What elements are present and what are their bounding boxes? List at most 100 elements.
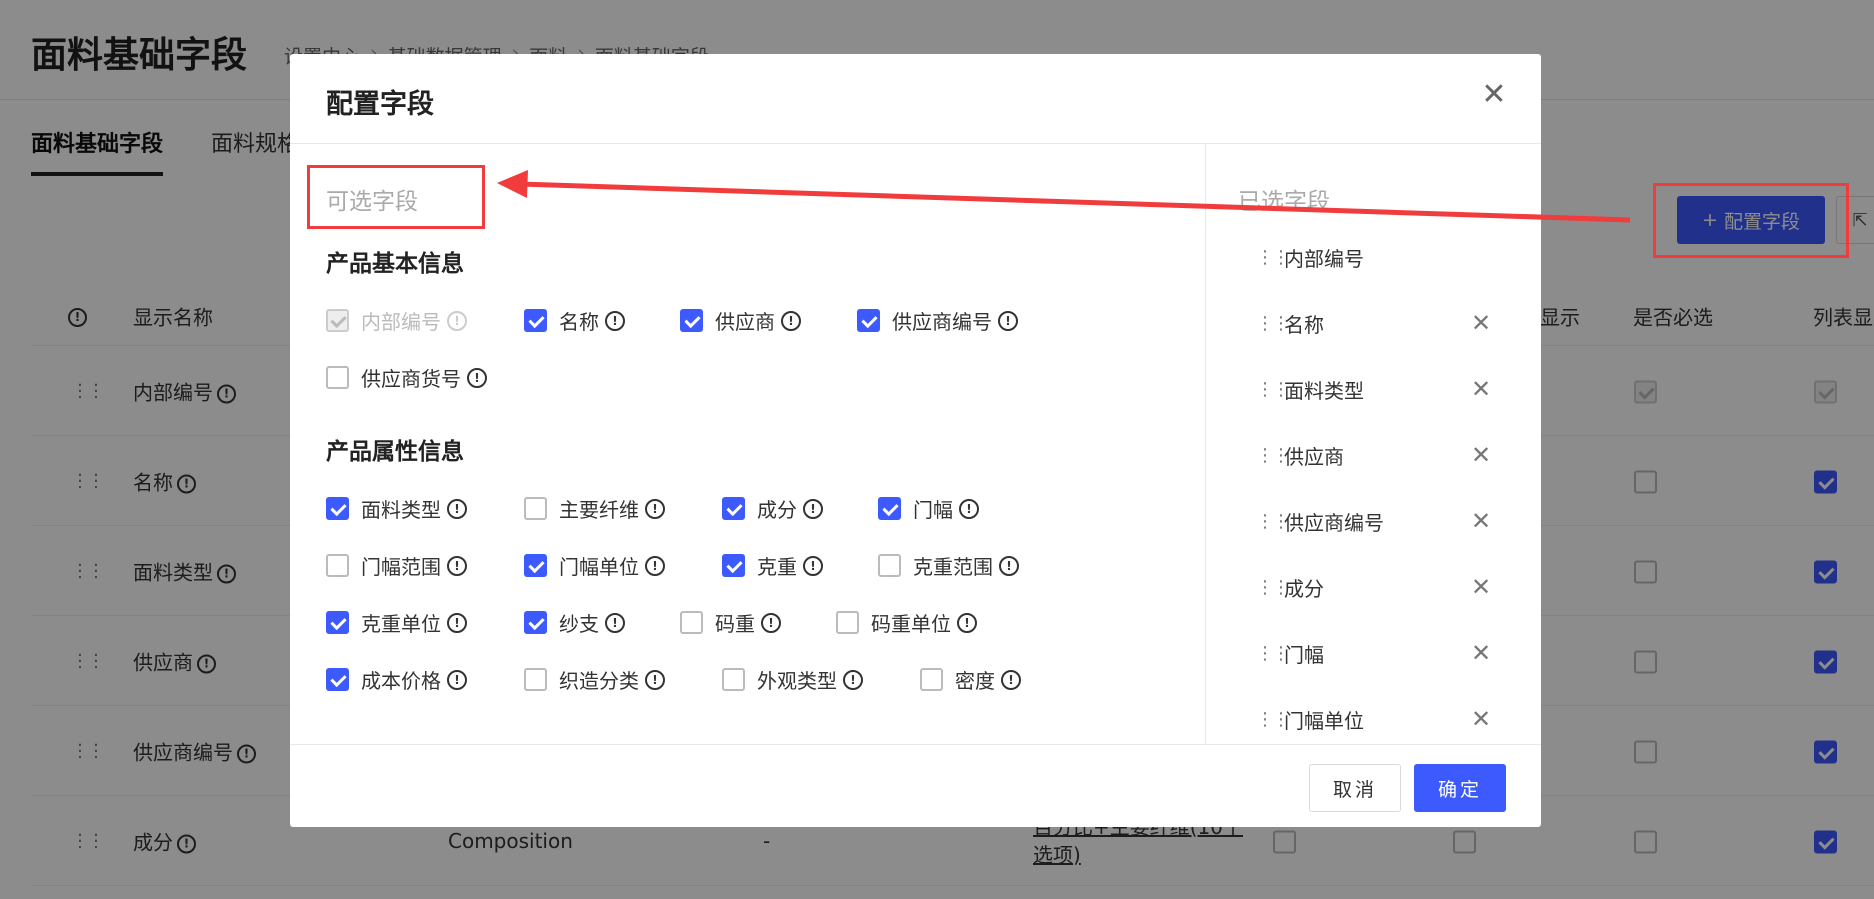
close-icon[interactable]: ✕ (1471, 573, 1491, 601)
checkbox[interactable] (326, 366, 349, 389)
field-label: 主要纤维 (559, 498, 639, 522)
field-label: 码重 (715, 612, 755, 636)
field-option[interactable]: 面料类型 ! (326, 494, 467, 523)
field-option[interactable]: 克重范围 ! (878, 551, 1019, 580)
field-option[interactable]: 码重单位 ! (836, 608, 977, 637)
checkbox[interactable] (722, 554, 745, 577)
field-option[interactable]: 成分 ! (722, 494, 823, 523)
field-label: 外观类型 (757, 669, 837, 693)
selected-item[interactable]: ⋮⋮ 面料类型 ✕ (1206, 356, 1541, 422)
selected-item-label: 面料类型 (1284, 378, 1364, 403)
field-option[interactable]: 供应商编号 ! (857, 306, 1018, 335)
field-option[interactable]: 外观类型 ! (722, 665, 863, 694)
ok-button[interactable]: 确定 (1414, 764, 1506, 812)
selected-item-label: 成分 (1284, 576, 1324, 601)
field-option[interactable]: 门幅 ! (878, 494, 979, 523)
close-icon[interactable]: ✕ (1471, 639, 1491, 667)
selected-item[interactable]: ⋮⋮ 门幅 ✕ (1206, 620, 1541, 686)
info-icon: ! (447, 669, 467, 690)
selected-fields-pane: 已选字段 ⋮⋮ 内部编号 ⋮⋮ 名称 ✕ ⋮⋮ 面料类型 ✕ ⋮⋮ 供应商 ✕ (1206, 144, 1541, 744)
checkbox[interactable] (680, 611, 703, 634)
checkbox[interactable] (524, 611, 547, 634)
available-fields-pane: 可选字段 产品基本信息 内部编号 ! 名称 ! 供应商 ! 供应商编号 ! 供应… (290, 144, 1206, 744)
info-icon: ! (781, 310, 801, 331)
info-icon: ! (957, 612, 977, 633)
info-icon: ! (998, 310, 1018, 331)
checkbox[interactable] (878, 497, 901, 520)
checkbox[interactable] (326, 668, 349, 691)
selected-item[interactable]: ⋮⋮ 内部编号 (1206, 224, 1541, 290)
checkbox[interactable] (722, 497, 745, 520)
checkbox[interactable] (857, 309, 880, 332)
field-option[interactable]: 密度 ! (920, 665, 1021, 694)
info-icon: ! (645, 669, 665, 690)
field-option[interactable]: 成本价格 ! (326, 665, 467, 694)
close-icon[interactable]: ✕ (1471, 705, 1491, 733)
field-option[interactable]: 主要纤维 ! (524, 494, 665, 523)
close-icon[interactable]: ✕ (1477, 78, 1511, 112)
checkbox[interactable] (524, 668, 547, 691)
field-label: 码重单位 (871, 612, 951, 636)
close-icon[interactable]: ✕ (1471, 441, 1491, 469)
close-icon[interactable]: ✕ (1471, 375, 1491, 403)
field-option[interactable]: 克重单位 ! (326, 608, 467, 637)
selected-item[interactable]: ⋮⋮ 名称 ✕ (1206, 290, 1541, 356)
field-label: 克重 (757, 555, 797, 579)
field-label: 成本价格 (361, 669, 441, 693)
info-icon: ! (803, 498, 823, 519)
checkbox[interactable] (680, 309, 703, 332)
checkbox[interactable] (920, 668, 943, 691)
field-option[interactable]: 织造分类 ! (524, 665, 665, 694)
field-label: 供应商货号 (361, 367, 461, 391)
checkbox[interactable] (326, 611, 349, 634)
selected-item[interactable]: ⋮⋮ 成分 ✕ (1206, 554, 1541, 620)
checkbox[interactable] (326, 497, 349, 520)
checkbox[interactable] (722, 668, 745, 691)
selected-item-label: 门幅 (1284, 642, 1324, 667)
field-option[interactable]: 码重 ! (680, 608, 781, 637)
selected-item[interactable]: ⋮⋮ 供应商 ✕ (1206, 422, 1541, 488)
field-option[interactable]: 门幅单位 ! (524, 551, 665, 580)
selected-item-label: 供应商 (1284, 444, 1344, 469)
modal-header: 配置字段 ✕ (290, 54, 1541, 144)
checkbox[interactable] (326, 554, 349, 577)
checkbox (326, 309, 349, 332)
field-label: 织造分类 (559, 669, 639, 693)
field-option[interactable]: 供应商 ! (680, 306, 801, 335)
field-option[interactable]: 门幅范围 ! (326, 551, 467, 580)
info-icon: ! (447, 498, 467, 519)
annotation-highlight-box (1653, 183, 1849, 258)
field-option: 内部编号 ! (326, 306, 467, 335)
close-icon[interactable]: ✕ (1471, 507, 1491, 535)
checkbox[interactable] (524, 497, 547, 520)
modal-footer: 取消 确定 (290, 744, 1541, 827)
group-title-attributes: 产品属性信息 (326, 439, 464, 465)
checkbox[interactable] (878, 554, 901, 577)
info-icon: ! (645, 555, 665, 576)
field-option[interactable]: 克重 ! (722, 551, 823, 580)
info-icon: ! (803, 555, 823, 576)
checkbox[interactable] (524, 554, 547, 577)
modal-body: 可选字段 产品基本信息 内部编号 ! 名称 ! 供应商 ! 供应商编号 ! 供应… (290, 144, 1541, 744)
field-label: 克重单位 (361, 612, 441, 636)
info-icon: ! (645, 498, 665, 519)
field-option[interactable]: 纱支 ! (524, 608, 625, 637)
checkbox[interactable] (524, 309, 547, 332)
field-label: 名称 (559, 310, 599, 334)
selected-item[interactable]: ⋮⋮ 门幅单位 ✕ (1206, 686, 1541, 744)
modal-title: 配置字段 (326, 89, 434, 120)
selected-fields-title: 已选字段 (1238, 189, 1330, 215)
cancel-button[interactable]: 取消 (1309, 764, 1401, 812)
annotation-highlight-box (307, 165, 485, 229)
close-icon[interactable]: ✕ (1471, 309, 1491, 337)
field-label: 纱支 (559, 612, 599, 636)
field-label: 内部编号 (361, 310, 441, 334)
selected-item-label: 名称 (1284, 312, 1324, 337)
selected-item[interactable]: ⋮⋮ 供应商编号 ✕ (1206, 488, 1541, 554)
checkbox[interactable] (836, 611, 859, 634)
info-icon: ! (447, 612, 467, 633)
field-label: 供应商编号 (892, 310, 992, 334)
field-option[interactable]: 供应商货号 ! (326, 363, 487, 392)
selected-item-label: 门幅单位 (1284, 708, 1364, 733)
field-option[interactable]: 名称 ! (524, 306, 625, 335)
